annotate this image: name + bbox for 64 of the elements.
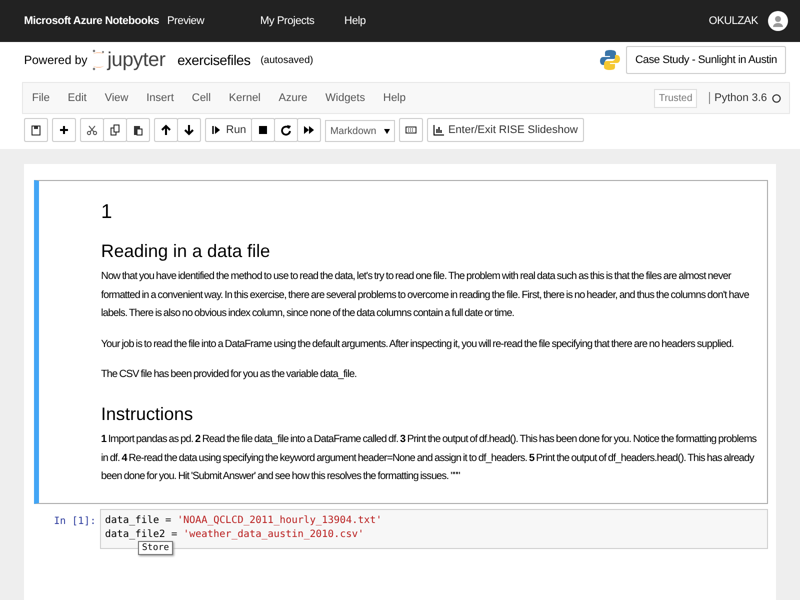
section-heading: Instructions [101, 404, 194, 423]
section-heading: Reading in a data file [101, 242, 272, 260]
run-all-button[interactable] [297, 118, 322, 142]
menu-item[interactable]: File [23, 92, 59, 104]
save-button[interactable] [24, 118, 48, 142]
code-line: data_file = 'NOAA_QCLCD_2011_hourly_13904.txt' [105, 514, 382, 528]
powered-by-label: Powered by [24, 53, 88, 67]
menu-item[interactable]: Help [374, 92, 415, 104]
cut-icon [86, 124, 98, 136]
tooltip: Store [138, 540, 174, 554]
restart-icon [280, 124, 292, 136]
avatar-icon[interactable] [768, 11, 788, 31]
markdown-cell[interactable] [34, 180, 768, 504]
code-line: data_file2 = 'weather_data_austin_2010.csv' [105, 528, 364, 542]
menu-item[interactable]: Azure [270, 92, 316, 104]
restart-button[interactable] [274, 118, 298, 142]
project-button[interactable]: Case Study - Sunlight in Austin [626, 46, 786, 74]
move-up-button[interactable] [154, 118, 178, 142]
caret-icon [384, 128, 390, 134]
jupyter-logo-icon [91, 48, 106, 72]
preview-label: Preview [167, 15, 204, 27]
move-down-icon [183, 124, 195, 136]
nav-link[interactable]: Help [344, 15, 366, 27]
kernel-status-icon [772, 94, 781, 102]
menu-item[interactable]: Kernel [220, 92, 270, 104]
keyboard-button[interactable] [399, 118, 424, 142]
insert-cell-icon [58, 124, 70, 136]
kernel-name[interactable]: Python 3.6 [709, 92, 767, 104]
stop-button[interactable] [251, 118, 276, 142]
run-all-icon [303, 124, 316, 136]
paragraph: Your job is to read the file into a DataFrame using the default arguments. After inspecting it, you will re-read the file specifying that there are no headers supplied. [101, 338, 735, 352]
paste-button[interactable] [126, 118, 150, 142]
brand-name[interactable]: Microsoft Azure Notebooks [24, 15, 160, 27]
username[interactable]: OKULZAK [708, 15, 758, 27]
menu-item[interactable]: Edit [58, 92, 96, 104]
rise-slideshow-button[interactable]: Enter/Exit RISE Slideshow [427, 118, 584, 142]
stop-icon [257, 124, 270, 136]
python-logo-icon [600, 49, 620, 71]
menu-item[interactable]: Cell [182, 92, 220, 104]
notebook-name[interactable]: exercisefiles [177, 52, 250, 68]
save-status: (autosaved) [260, 54, 314, 66]
move-up-icon [160, 124, 172, 136]
paste-icon [132, 124, 144, 136]
menu-item[interactable]: View [96, 92, 138, 104]
menu-item[interactable]: Widgets [316, 92, 374, 104]
menu-item[interactable]: Insert [137, 92, 183, 104]
rise-slideshow-icon [433, 124, 446, 136]
jupyter-logo-text[interactable]: jupyter [107, 48, 166, 72]
cut-button[interactable] [80, 118, 104, 142]
copy-button[interactable] [103, 118, 127, 142]
input-prompt: In [1]: [52, 514, 97, 528]
run-button[interactable]: Run [205, 118, 252, 142]
cell-type-select[interactable]: Markdown [325, 120, 396, 142]
cell-heading: 1 [101, 203, 114, 222]
paragraph: Now that you have identified the method to use to read the data, let's try to read one file. The problem with real data such as this is that the files are almost never formatted in a convenient way. In this exercise, there are several problems to overcome in reading the file. First, there is no header, and thus the columns don't have labels. There is also no obvious index column, since none of the data columns contain a full date or time. [101, 270, 750, 321]
save-icon [30, 124, 42, 136]
insert-cell-button[interactable] [52, 118, 76, 142]
copy-icon [109, 124, 121, 136]
keyboard-icon [405, 124, 418, 136]
move-down-button[interactable] [177, 118, 201, 142]
nav-link[interactable]: My Projects [260, 15, 314, 27]
instructions-text: 1 Import pandas as pd. 2 Read the file data_file into a DataFrame called df. 3 Print the output of df.head(). This has been done for you. Notice the formatting problems in df. 4 Re-read the data using specifying the keyword argument header=None and assign it to df_headers. 5 Print the output of df_headers.head(). This has already been done for you. Hit 'Submit Answer' and see how this resolves the formatting issues. """ [101, 433, 757, 484]
paragraph: The CSV file has been provided for you as the variable data_file. [101, 368, 358, 382]
trusted-indicator[interactable]: Trusted [654, 88, 698, 108]
